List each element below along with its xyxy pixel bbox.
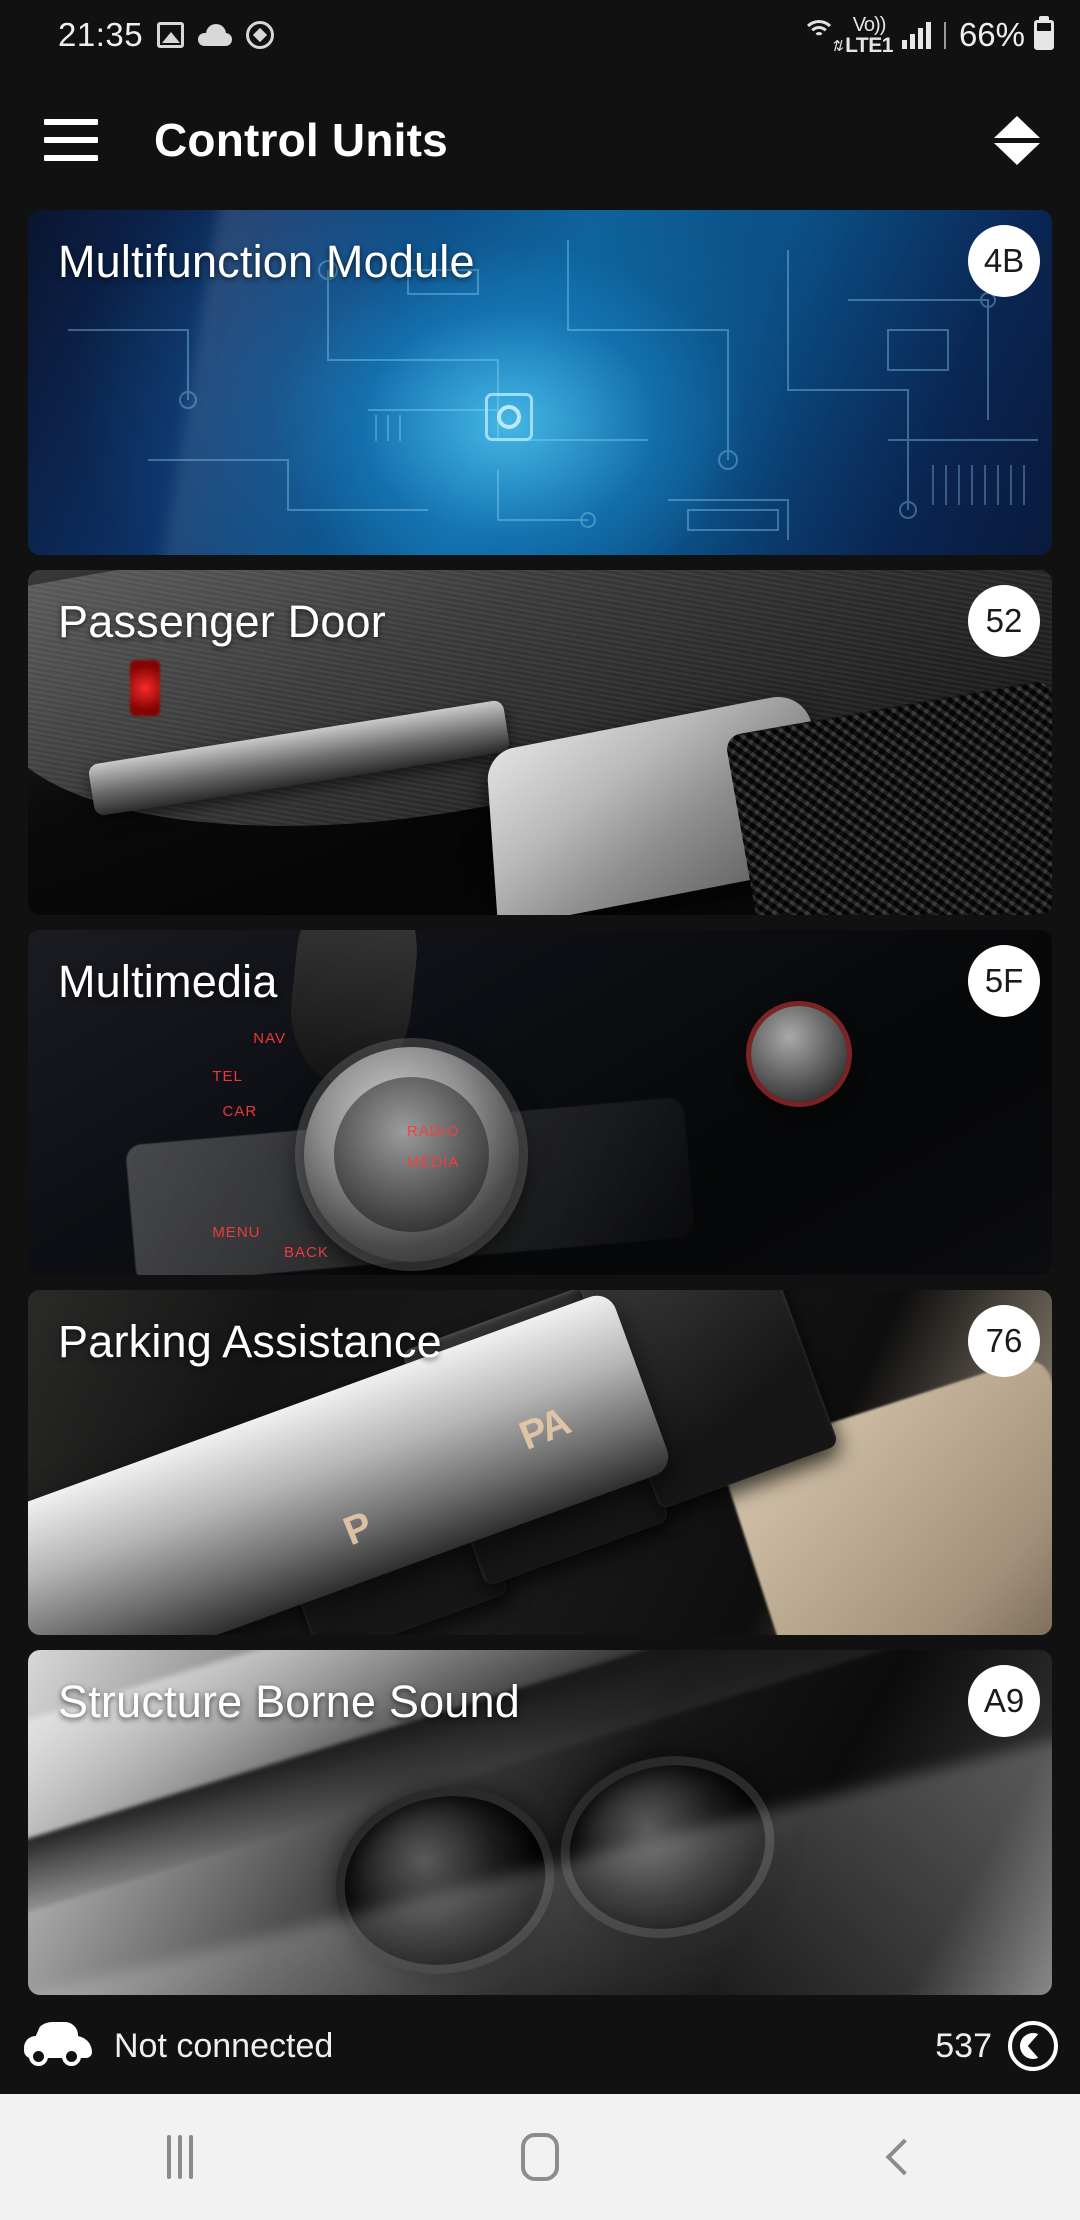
card-badge: 4B — [968, 225, 1040, 297]
connection-status-bar: Not connected 537 — [0, 1998, 1080, 2094]
card-title: Passenger Door — [58, 596, 386, 647]
cloud-icon — [198, 24, 233, 46]
control-unit-list[interactable]: Multifunction Module 4B Passenger Door 5… — [0, 210, 1080, 1998]
card-title: Multimedia — [58, 956, 278, 1007]
control-unit-card[interactable]: P PA Parking Assistance 76 — [28, 1290, 1052, 1635]
system-status-bar: 21:35 ⇅ Vo)) LTE1 66% — [0, 0, 1080, 70]
console-label: MEDIA — [406, 1154, 460, 1172]
home-icon — [521, 2133, 559, 2181]
home-button[interactable] — [460, 2094, 620, 2220]
chip-icon — [485, 393, 534, 441]
card-title: Structure Borne Sound — [58, 1676, 520, 1727]
network-type-label: LTE1 — [845, 33, 893, 57]
control-unit-card[interactable]: Multifunction Module 4B — [28, 210, 1052, 555]
android-navigation-bar — [0, 2094, 1080, 2220]
card-badge: 76 — [968, 1305, 1040, 1377]
card-badge: A9 — [968, 1665, 1040, 1737]
recents-icon — [167, 2135, 193, 2179]
battery-icon — [1034, 20, 1054, 50]
console-label: MENU — [212, 1223, 261, 1241]
battery-percent-label: 66% — [958, 16, 1025, 53]
brand-logo-icon[interactable] — [1008, 2021, 1058, 2071]
compass-icon — [246, 21, 275, 49]
status-bar-right: ⇅ Vo)) LTE1 66% — [802, 15, 1054, 56]
hamburger-menu-icon[interactable] — [44, 119, 98, 161]
back-button[interactable] — [820, 2094, 980, 2220]
page-title: Control Units — [154, 114, 448, 166]
card-badge: 5F — [968, 945, 1040, 1017]
wifi-icon: ⇅ — [802, 20, 843, 54]
app-bar: Control Units — [0, 70, 1080, 210]
control-unit-card[interactable]: Structure Borne Sound A9 — [28, 1650, 1052, 1995]
bottom-bar-right: 537 — [935, 2021, 1058, 2071]
console-label: BACK — [284, 1244, 329, 1262]
gallery-icon — [157, 22, 185, 48]
control-unit-card[interactable]: NAV TEL CAR RADIO MEDIA MENU BACK Multim… — [28, 930, 1052, 1275]
phone-screen: 21:35 ⇅ Vo)) LTE1 66% Control Units Mult… — [0, 0, 1080, 2220]
console-label: TEL — [212, 1068, 243, 1085]
card-title: Multifunction Module — [58, 236, 475, 287]
status-bar-clock: 21:35 — [58, 16, 144, 53]
connection-status-label: Not connected — [114, 2026, 334, 2065]
status-bar-left: 21:35 — [58, 16, 275, 54]
console-label: NAV — [253, 1030, 286, 1048]
sort-updown-icon[interactable] — [988, 111, 1046, 169]
volte-label: Vo)) — [852, 13, 887, 36]
control-unit-card[interactable]: Passenger Door 52 — [28, 570, 1052, 915]
recents-button[interactable] — [100, 2094, 260, 2220]
volte-indicator: Vo)) LTE1 — [845, 15, 893, 56]
card-badge: 52 — [968, 585, 1040, 657]
car-icon — [24, 2022, 92, 2066]
console-label: CAR — [222, 1102, 258, 1120]
back-icon — [885, 2138, 923, 2176]
console-label: RADIO — [406, 1123, 460, 1141]
signal-strength-icon — [901, 21, 931, 49]
unit-count-label: 537 — [935, 2026, 992, 2065]
status-divider — [943, 21, 946, 49]
card-title: Parking Assistance — [58, 1316, 442, 1367]
